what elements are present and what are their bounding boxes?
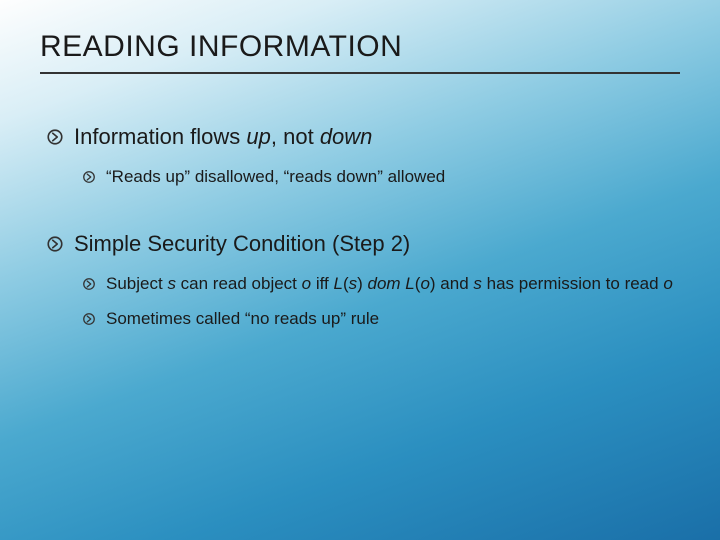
list-item-text: Information flows up, not down: [74, 124, 680, 150]
text-part: Subject: [106, 274, 167, 293]
spacer: [46, 201, 680, 231]
list-subitem-text: Subject s can read object o iff L(s) dom…: [106, 273, 680, 296]
list-item: Information flows up, not down: [46, 124, 680, 152]
list-subitem: “Reads up” disallowed, “reads down” allo…: [82, 166, 680, 191]
title-underline: [40, 72, 680, 74]
arrow-circle-icon: [82, 275, 96, 298]
list-subitem: Sometimes called “no reads up” rule: [82, 308, 680, 333]
slide-content: Information flows up, not down “Reads up…: [40, 124, 680, 333]
text-part-italic: s: [473, 274, 482, 293]
text-part: iff: [311, 274, 333, 293]
page-title: READING INFORMATION: [40, 30, 680, 64]
slide: READING INFORMATION Information flows up…: [0, 0, 720, 540]
text-part-italic: down: [320, 124, 373, 149]
arrow-circle-icon: [82, 168, 96, 191]
text-part: can read object: [176, 274, 302, 293]
arrow-circle-icon: [82, 310, 96, 333]
text-part-italic: L: [333, 274, 342, 293]
text-part: ): [357, 274, 367, 293]
text-part-italic: s: [349, 274, 358, 293]
list-subitem: Subject s can read object o iff L(s) dom…: [82, 273, 680, 298]
text-part-italic: dom L: [368, 274, 415, 293]
arrow-circle-icon: [46, 233, 64, 259]
list-subitem-text: “Reads up” disallowed, “reads down” allo…: [106, 166, 680, 189]
text-part-italic: up: [246, 124, 270, 149]
text-part-italic: o: [663, 274, 672, 293]
text-part-italic: o: [420, 274, 429, 293]
arrow-circle-icon: [46, 126, 64, 152]
list-subitem-text: Sometimes called “no reads up” rule: [106, 308, 680, 331]
list-item: Simple Security Condition (Step 2): [46, 231, 680, 259]
list-item-text: Simple Security Condition (Step 2): [74, 231, 680, 257]
text-part: , not: [271, 124, 320, 149]
text-part: has permission to read: [482, 274, 663, 293]
text-part: Information flows: [74, 124, 246, 149]
text-part: ) and: [430, 274, 473, 293]
text-part-italic: s: [167, 274, 176, 293]
text-part-italic: o: [302, 274, 311, 293]
